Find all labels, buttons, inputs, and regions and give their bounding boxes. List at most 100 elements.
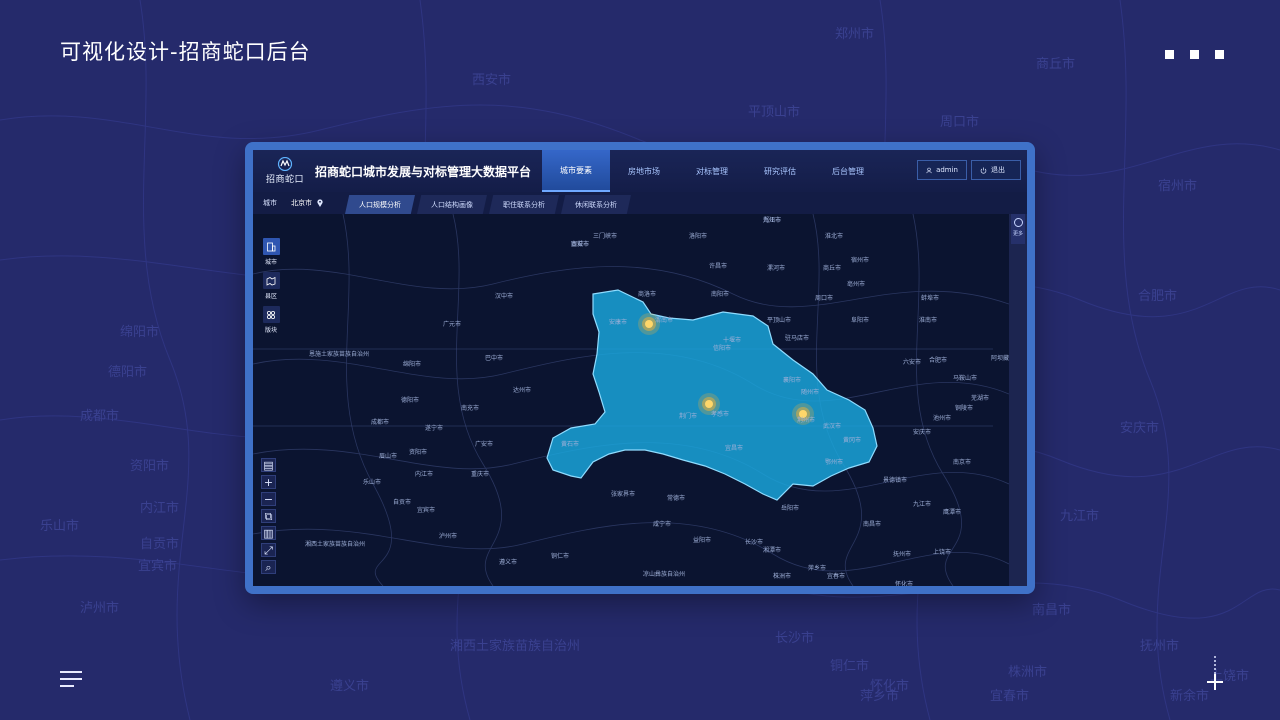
background-city-label: 安庆市: [1120, 420, 1159, 436]
copy-icon[interactable]: ⧉: [261, 509, 276, 523]
tab-population-structure[interactable]: 人口结构画像: [417, 195, 487, 214]
map-city-label: 武汉市: [823, 422, 841, 430]
tab-commute-analysis[interactable]: 职住联系分析: [489, 195, 559, 214]
map-city-label: 铜陵市: [955, 404, 973, 412]
map-city-label: 汉中市: [495, 292, 513, 300]
tab-leisure-analysis[interactable]: 休闲联系分析: [561, 195, 631, 214]
background-city-label: 平顶山市: [748, 104, 800, 120]
map-canvas[interactable]: 郑州市西安市商洛市安康市汉中市广元市巴中市达州市南充市绵阳市德阳市成都市遂宁市广…: [253, 214, 1009, 586]
background-city-label: 抚州市: [1140, 638, 1179, 654]
nav-research-evaluation[interactable]: 研究评估: [746, 150, 814, 192]
logout-button[interactable]: 退出: [971, 160, 1021, 180]
power-icon: [980, 166, 987, 174]
map-view[interactable]: 郑州市 西安市 商洛市 安康市 汉中市 广元市 巴中市 达州市 南充市 绵阳市 德阳市 成都市 遂宁市广…: [253, 214, 1009, 586]
tab-population-scale[interactable]: 人口规模分析: [345, 195, 415, 214]
background-city-label: 自贡市: [140, 536, 179, 552]
page-title: 可视化设计-招商蛇口后台: [60, 40, 311, 64]
logo-text: 招商蛇口: [265, 175, 304, 185]
map-city-label: 铜仁市: [551, 552, 569, 560]
background-city-label: 株洲市: [1008, 664, 1047, 680]
menu-line: [60, 685, 74, 687]
map-city-label: 湘潭市: [763, 546, 781, 554]
background-city-label: 长沙市: [775, 630, 814, 646]
dot-icon: [1190, 50, 1199, 59]
nav-city-elements[interactable]: 城市要素: [542, 150, 610, 192]
map-city-label: 宣城市: [571, 240, 589, 248]
logo: 招商蛇口: [261, 150, 309, 192]
background-city-label: 铜仁市: [830, 658, 869, 674]
layers-icon[interactable]: ▤: [261, 458, 276, 472]
background-city-label: 宜宾市: [138, 558, 177, 574]
map-city-label: 孝感市: [711, 410, 729, 418]
background-city-label: 内江市: [140, 500, 179, 516]
map-city-label: 德阳市: [401, 396, 419, 404]
user-button[interactable]: admin: [917, 160, 967, 180]
map-city-label: 驻马店市: [785, 334, 809, 342]
analysis-tabs: 人口规模分析 人口结构画像 职住联系分析 休闲联系分析: [345, 192, 633, 214]
map-city-label: 商洛市: [638, 290, 656, 298]
background-city-label: 遵义市: [330, 678, 369, 694]
tool-city-label: 城市: [264, 259, 277, 266]
building-icon: [262, 238, 280, 255]
map-city-label: 合肥市: [929, 356, 947, 364]
logo-icon: [277, 157, 293, 171]
plus-tower-icon[interactable]: [1204, 656, 1226, 692]
more-panel-button[interactable]: 更多: [1011, 214, 1025, 244]
background-city-label: 泸州市: [80, 600, 119, 616]
map-city-label: 南阳市: [711, 290, 729, 298]
app-window: 招商蛇口 招商蛇口城市发展与对标管理大数据平台 城市要素 房地市场 对标管理 研…: [253, 150, 1027, 586]
plus-icon[interactable]: +: [261, 475, 276, 489]
background-city-label: 萍乡市: [860, 688, 899, 704]
map-side-panel: 更多: [1009, 214, 1027, 586]
map-city-label: 阜阳市: [851, 316, 869, 324]
map-city-label: 蚌埠市: [921, 294, 939, 302]
map-city-label: 周口市: [815, 294, 833, 302]
minus-icon[interactable]: −: [261, 492, 276, 506]
map-city-label: 眉山市: [379, 452, 397, 460]
map-city-label: 宜昌市: [725, 444, 743, 452]
nav-benchmark-management[interactable]: 对标管理: [678, 150, 746, 192]
map-city-label: 湘西土家族苗族自治州: [305, 540, 365, 548]
hamburger-menu-icon[interactable]: [60, 671, 82, 689]
more-options-icon[interactable]: [1165, 50, 1224, 59]
map-city-label: 黄冈市: [843, 436, 861, 444]
header-actions: admin 退出: [917, 160, 1021, 180]
map-city-label: 乐山市: [363, 478, 381, 486]
background-city-label: 乐山市: [40, 518, 79, 534]
background-city-label: 合肥市: [1138, 288, 1177, 304]
city-selector[interactable]: 北京市: [291, 198, 323, 208]
search-icon[interactable]: ⌕: [261, 560, 276, 574]
grid-icon: [262, 306, 280, 323]
map-city-label: 景德镇市: [883, 476, 907, 484]
tool-district[interactable]: 县区: [261, 272, 281, 300]
map-city-label: 鹰潭市: [943, 508, 961, 516]
map-city-label: 阿坝藏族羌族自治州: [991, 354, 1009, 362]
tool-city[interactable]: 城市: [261, 238, 281, 266]
collapse-icon: [1013, 218, 1023, 227]
map-city-label: 重庆市: [471, 470, 489, 478]
map-city-label: 淮北市: [825, 232, 843, 240]
tool-block[interactable]: 版块: [261, 306, 281, 334]
nav-real-estate-market[interactable]: 房地市场: [610, 150, 678, 192]
menu-line: [60, 671, 82, 673]
background-city-label: 周口市: [940, 114, 979, 130]
map-city-label: 荆州市: [797, 416, 815, 424]
background-city-label: 绵阳市: [120, 324, 159, 340]
menu-line: [60, 678, 82, 680]
map-icon[interactable]: ▥: [261, 526, 276, 540]
fullscreen-icon[interactable]: ⤢: [261, 543, 276, 557]
location-pin-icon: [317, 199, 323, 207]
map-city-label: 咸宁市: [653, 520, 671, 528]
map-city-label: 芜湖市: [971, 394, 989, 402]
user-icon: [926, 167, 932, 173]
map-city-label: 达州市: [513, 386, 531, 394]
map-city-label: 随州市: [801, 388, 819, 396]
nav-backend-management[interactable]: 后台管理: [814, 150, 882, 192]
side-panel-label: 更多: [1012, 231, 1023, 237]
city-value: 北京市: [291, 199, 312, 207]
map-city-label: 萍乡市: [808, 564, 826, 572]
main-nav: 城市要素 房地市场 对标管理 研究评估 后台管理: [542, 150, 882, 192]
map-control-toolbar: ▤ + − ⧉ ▥ ⤢ ⌕: [261, 458, 276, 574]
map-city-label: 怀化市: [895, 580, 913, 586]
map-city-label: 内江市: [415, 470, 433, 478]
